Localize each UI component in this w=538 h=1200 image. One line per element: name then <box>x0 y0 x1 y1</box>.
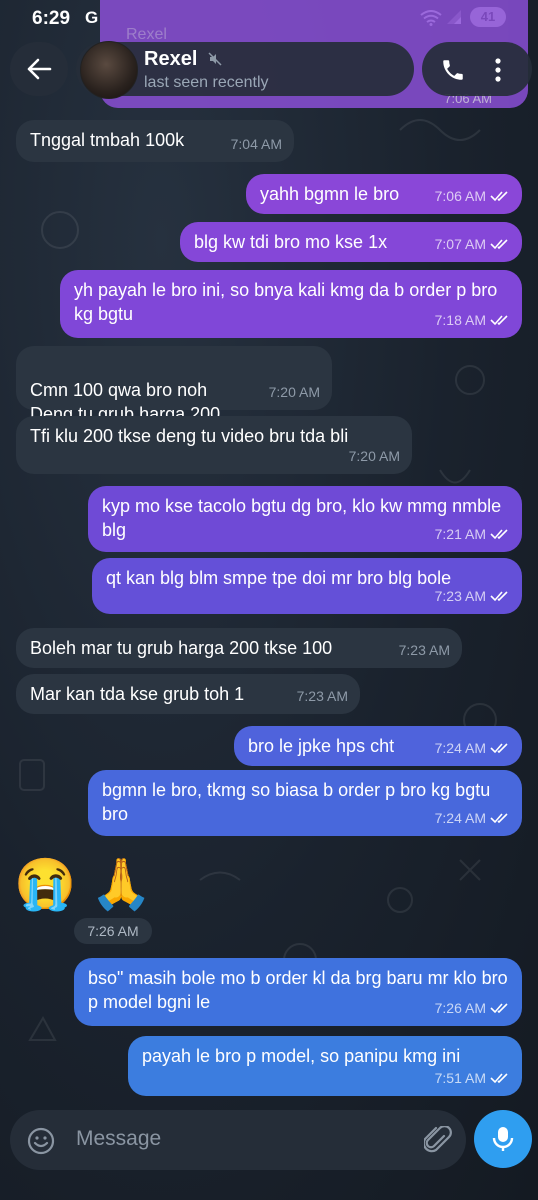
google-icon: G <box>85 8 99 27</box>
message-time: 7:24 AM <box>434 810 486 826</box>
message-time: 7:18 AM <box>434 312 486 328</box>
attach-icon[interactable] <box>424 1126 452 1156</box>
message-time: 7:21 AM <box>434 526 486 542</box>
message-bubble-outgoing[interactable]: bgmn le bro, tkmg so biasa b order p bro… <box>88 770 522 836</box>
voice-record-button[interactable] <box>474 1110 532 1168</box>
read-receipt-icon <box>490 1003 508 1014</box>
emoji-message[interactable]: 😭 🙏 <box>14 854 152 914</box>
message-text: bro le jpke hps cht <box>248 736 395 756</box>
message-text: Tnggal tmbah 100k <box>30 130 185 150</box>
message-bubble-incoming[interactable]: Tnggal tmbah 100k 7:04 AM <box>16 120 294 162</box>
message-bubble-incoming[interactable]: Cmn 100 qwa bro noh Deng tu grub harga 2… <box>16 346 332 424</box>
message-text: payah le bro p model, so panipu kmg ini <box>142 1046 461 1066</box>
status-time: 6:29 <box>32 8 71 29</box>
emoji-content: 😭 🙏 <box>14 856 153 912</box>
message-bubble-incoming[interactable]: Mar kan tda kse grub toh 1 7:23 AM <box>16 674 360 714</box>
message-time: 7:20 AM <box>268 384 320 400</box>
message-bubble-outgoing[interactable]: bro le jpke hps cht 7:24 AM <box>234 726 522 766</box>
message-time: 7:23 AM <box>296 688 348 704</box>
message-time: 7:23 AM <box>434 588 486 604</box>
message-bubble-outgoing[interactable]: qt kan blg blm smpe tpe doi mr bro blg b… <box>92 558 522 614</box>
microphone-icon <box>492 1127 514 1151</box>
read-receipt-icon <box>490 529 508 540</box>
message-time: 7:07 AM <box>434 236 486 252</box>
phone-icon[interactable] <box>440 57 466 83</box>
read-receipt-icon <box>490 239 508 250</box>
header-actions <box>422 42 532 96</box>
read-receipt-icon <box>490 743 508 754</box>
back-button[interactable] <box>10 42 68 96</box>
message-text: Mar kan tda kse grub toh 1 <box>30 684 245 704</box>
message-time: 7:04 AM <box>230 136 282 152</box>
message-time: 7:24 AM <box>434 740 486 756</box>
message-bubble-incoming[interactable]: Tfi klu 200 tkse deng tu video bru tda b… <box>16 416 412 474</box>
muted-icon <box>208 52 222 66</box>
message-bubble-outgoing[interactable]: blg kw tdi bro mo kse 1x 7:07 AM <box>180 222 522 262</box>
message-text: Boleh mar tu grub harga 200 tkse 100 <box>30 638 333 658</box>
last-seen-status: last seen recently <box>144 74 269 91</box>
message-time: 7:23 AM <box>398 642 450 658</box>
message-bubble-incoming[interactable]: Boleh mar tu grub harga 200 tkse 100 7:2… <box>16 628 462 668</box>
message-text: qt kan blg blm smpe tpe doi mr bro blg b… <box>106 568 452 588</box>
message-time: 7:51 AM <box>434 1070 486 1086</box>
message-text: yahh bgmn le bro <box>260 184 400 204</box>
message-bubble-outgoing[interactable]: yh payah le bro ini, so bnya kali kmg da… <box>60 270 522 338</box>
message-text: blg kw tdi bro mo kse 1x <box>194 232 388 252</box>
read-receipt-icon <box>490 813 508 824</box>
message-bubble-outgoing[interactable]: kyp mo kse tacolo bgtu dg bro, klo kw mm… <box>88 486 522 552</box>
avatar[interactable] <box>80 41 138 99</box>
message-input[interactable]: Message <box>76 1127 161 1151</box>
message-text: Tfi klu 200 tkse deng tu video bru tda b… <box>30 426 349 446</box>
message-bubble-outgoing[interactable]: payah le bro p model, so panipu kmg ini … <box>128 1036 522 1096</box>
more-options-icon[interactable] <box>494 57 502 83</box>
message-bubble-outgoing[interactable]: bso" masih bole mo b order kl da brg bar… <box>74 958 522 1026</box>
message-time: 7:26 AM <box>74 918 152 944</box>
read-receipt-icon <box>490 315 508 326</box>
message-text: bgmn le bro, tkmg so biasa b order p bro… <box>102 780 491 824</box>
chat-info-header[interactable]: Rexel last seen recently <box>76 41 414 99</box>
read-receipt-icon <box>490 191 508 202</box>
message-composer: Message <box>10 1110 466 1170</box>
message-time: 7:20 AM <box>348 448 400 464</box>
contact-name: Rexel <box>144 48 198 70</box>
read-receipt-icon <box>490 591 508 602</box>
arrow-left-icon <box>27 58 52 80</box>
message-bubble-outgoing[interactable]: yahh bgmn le bro 7:06 AM <box>246 174 522 214</box>
emoji-icon[interactable] <box>26 1126 56 1156</box>
message-time: 7:06 AM <box>434 188 486 204</box>
message-time: 7:26 AM <box>434 1000 486 1016</box>
read-receipt-icon <box>490 1073 508 1084</box>
